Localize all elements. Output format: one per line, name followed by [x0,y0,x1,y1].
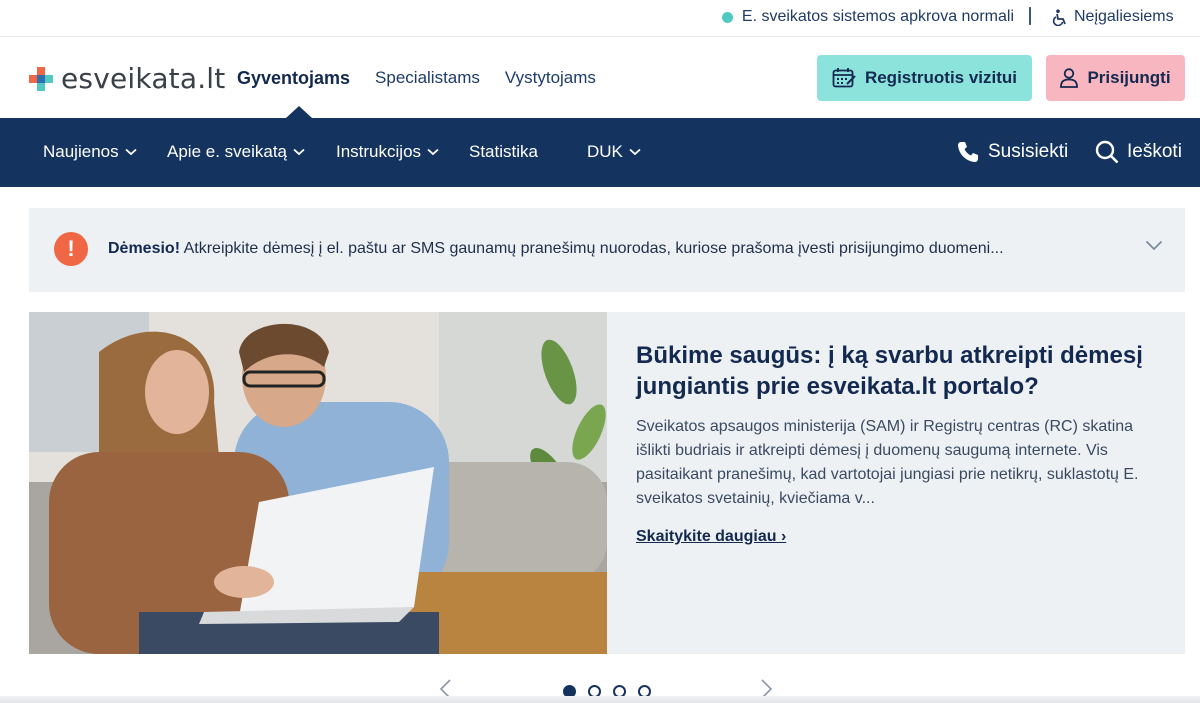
nav-residents[interactable]: Gyventojams [237,68,350,89]
medical-cross-logo-icon [29,66,53,91]
search-link-label: Ieškoti [1127,141,1182,162]
nav-specialists[interactable]: Specialistams [375,68,480,89]
menu-item-statistics[interactable]: Statistika [469,142,538,162]
site-logo[interactable]: esveikata.lt [29,62,225,95]
menu-item-instructions[interactable]: Instrukcijos [336,142,439,162]
menu-item-faq-label: DUK [587,142,623,161]
menu-item-about-label: Apie e. sveikatą [167,142,288,161]
chevron-down-icon [293,148,305,156]
contact-link-label: Susisiekti [988,141,1069,162]
main-menu-bar: Naujienos Apie e. sveikatą Instrukcijos … [0,118,1200,187]
menu-item-about[interactable]: Apie e. sveikatą [167,142,305,162]
couple-with-laptop-image [29,312,607,654]
topbar-divider [1029,7,1031,25]
register-visit-button-label: Registruotis vizitui [864,68,1018,87]
system-load-status: E. sveikatos sistemos apkrova normali [721,8,1014,26]
phone-icon [958,142,978,162]
search-link[interactable]: Ieškoti [1095,140,1182,164]
chevron-down-icon[interactable] [1145,240,1163,251]
status-dot-icon [721,11,733,23]
top-utility-bar: E. sveikatos sistemos apkrova normali Ne… [0,0,1200,37]
audience-nav: Gyventojams Specialistams Vystytojams [237,68,621,89]
exclamation-icon: ! [54,232,88,266]
nav-developers[interactable]: Vystytojams [505,68,596,89]
menu-item-faq[interactable]: DUK [587,142,641,162]
calendar-icon [832,68,856,88]
user-icon [1060,68,1079,88]
register-visit-button[interactable]: Registruotis vizitui [817,55,1032,101]
active-nav-caret [286,106,312,118]
article-summary: Sveikatos apsaugos ministerija (SAM) ir … [636,418,1139,507]
search-icon [1095,140,1119,164]
featured-article-slide: Būkime saugūs: į ką svarbu atkreipti dėm… [29,312,1185,654]
system-load-status-text: E. sveikatos sistemos apkrova normali [741,8,1014,25]
warning-prefix: Dėmesio! [108,240,181,257]
chevron-down-icon [125,148,137,156]
page-bottom-edge [0,696,1200,703]
chevron-down-icon [427,148,439,156]
menu-item-news[interactable]: Naujienos [43,142,137,162]
login-button-label: Prisijungti [1087,68,1171,87]
accessibility-link-label: Neįgaliesiems [1074,8,1174,25]
login-button[interactable]: Prisijungti [1046,55,1185,101]
site-header: esveikata.lt Gyventojams Specialistams V… [0,38,1200,118]
article-title[interactable]: Būkime saugūs: į ką svarbu atkreipti dėm… [636,340,1176,402]
warning-text: Dėmesio! Atkreipkite dėmesį į el. paštu … [108,240,1004,258]
menu-item-instructions-label: Instrukcijos [336,142,422,161]
wheelchair-icon [1052,8,1066,26]
contact-link[interactable]: Susisiekti [956,140,1068,164]
warning-banner[interactable]: ! Dėmesio! Atkreipkite dėmesį į el. pašt… [29,208,1185,292]
accessibility-link[interactable]: Neįgaliesiems [1052,8,1174,26]
chevron-down-icon [629,148,641,156]
menu-item-news-label: Naujienos [43,142,119,161]
menu-item-statistics-label: Statistika [469,142,538,161]
warning-message: Atkreipkite dėmesį į el. paštu ar SMS ga… [180,240,1004,257]
logo-text: esveikata.lt [61,62,226,95]
read-more-link[interactable]: Skaitykite daugiau › [636,528,786,546]
